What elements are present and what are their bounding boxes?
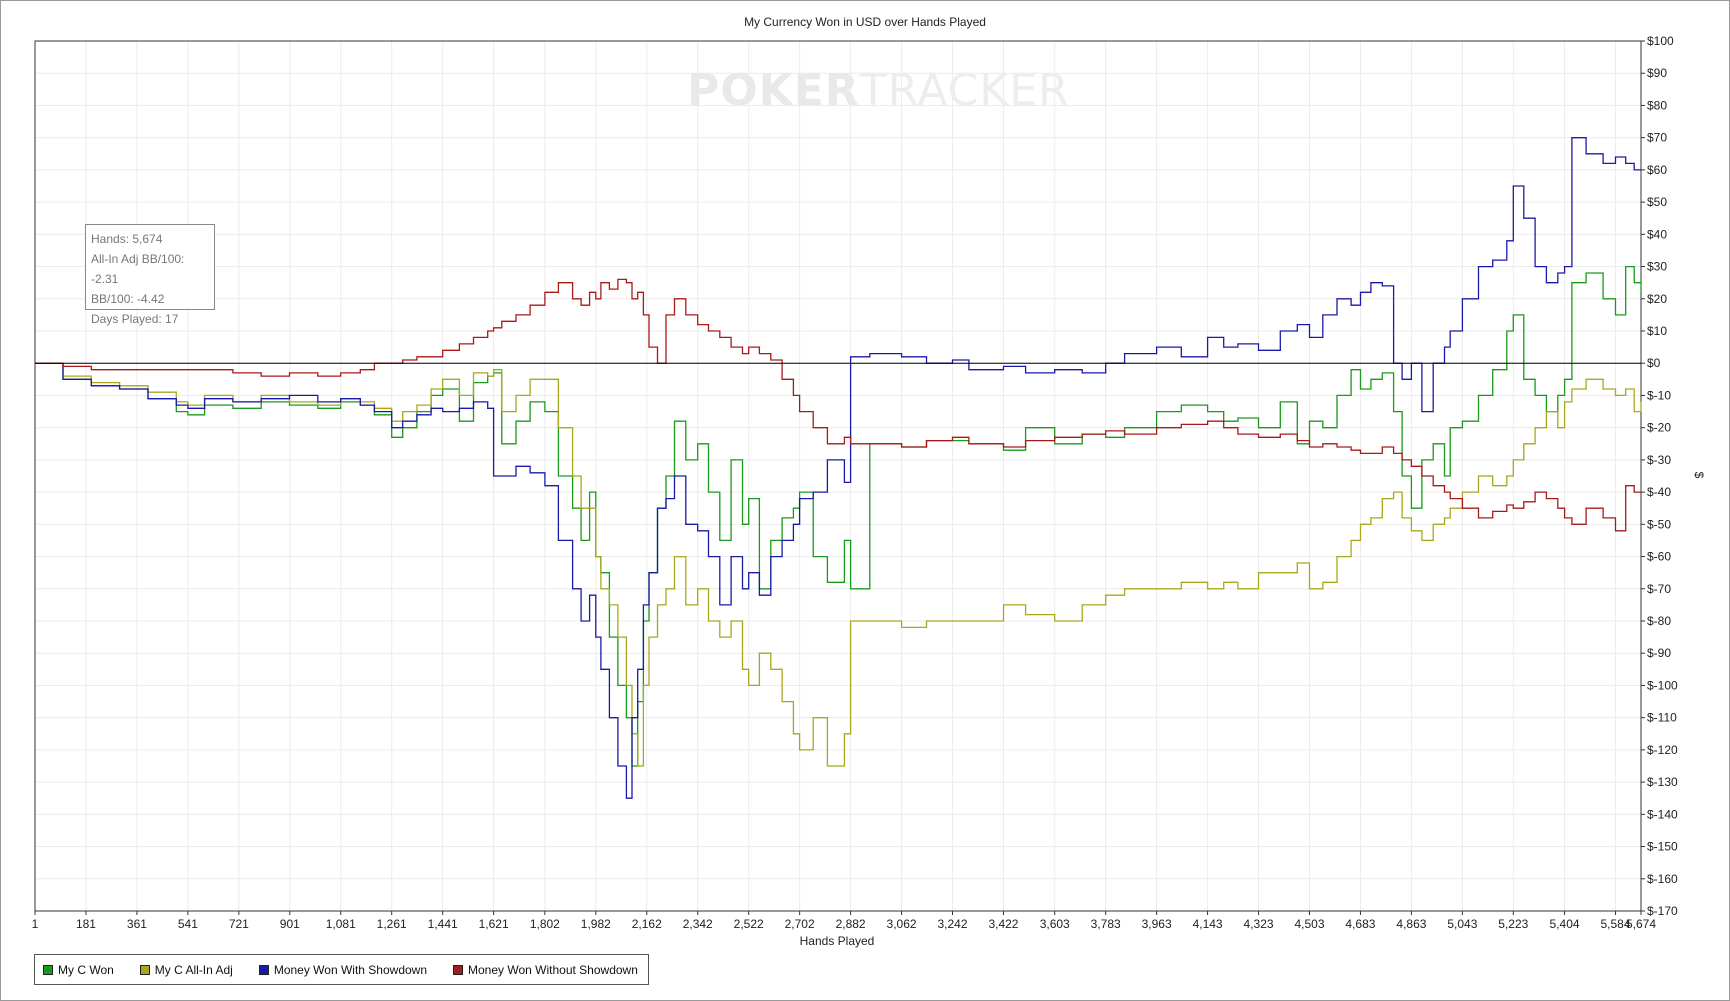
legend-label: Money Won With Showdown: [273, 962, 428, 977]
chart-canvas: My Currency Won in USD over Hands Played…: [32, 15, 1706, 948]
y-tick-label: $-130: [1647, 775, 1678, 789]
y-tick-label: $-150: [1647, 840, 1678, 854]
legend-label: My C Won: [58, 962, 114, 977]
x-tick-label: 1,802: [530, 917, 560, 931]
legend-item-money-won-without-showdown: Money Won Without Showdown: [453, 963, 638, 977]
grid: [34, 40, 1642, 912]
series-layer: [35, 137, 1642, 799]
x-tick-label: 2,342: [683, 917, 713, 931]
y-tick-label: $-50: [1647, 517, 1671, 531]
x-tick-label: 4,143: [1193, 917, 1223, 931]
x-tick-label: 3,783: [1091, 917, 1121, 931]
y-tick-label: $-60: [1647, 550, 1671, 564]
x-tick-label: 4,683: [1345, 917, 1375, 931]
y-tick-label: $0: [1647, 356, 1661, 370]
x-tick-label: 3,422: [988, 917, 1018, 931]
x-tick-label: 5,674: [1626, 917, 1656, 931]
x-tick-label: 1,982: [581, 917, 611, 931]
y-axis: $100 $90 $80 $70 $60 $50 $40 $30 $20 $10 $0 $-10 $-2…: [1641, 34, 1678, 918]
x-tick-label: 1,621: [479, 917, 509, 931]
x-tick-label: 1: [32, 917, 39, 931]
legend-label: Money Won Without Showdown: [468, 962, 638, 977]
y-tick-label: $-40: [1647, 485, 1671, 499]
y-tick-label: $-100: [1647, 678, 1678, 692]
y-tick-label: $70: [1647, 131, 1667, 145]
y-tick-label: $-70: [1647, 582, 1671, 596]
y-tick-label: $30: [1647, 260, 1667, 274]
legend-item-my-c-won: My C Won: [43, 963, 114, 977]
x-tick-label: 1,081: [326, 917, 356, 931]
watermark-part2: TRACKER: [859, 65, 1070, 116]
y-tick-label: $20: [1647, 292, 1667, 306]
y-tick-label: $-90: [1647, 646, 1671, 660]
chart-title: My Currency Won in USD over Hands Played: [744, 15, 986, 29]
x-tick-label: 3,242: [937, 917, 967, 931]
series-line-my-c-all-in-adj: [35, 362, 1642, 767]
x-axis: 1 181 361 541 721 901 1,081 1,261 1,441 1,621 1,80…: [32, 911, 1656, 931]
stat-hands: Hands: 5,674: [91, 232, 163, 246]
legend-swatch: [139, 964, 150, 975]
watermark-part1: POKER: [687, 65, 860, 116]
x-tick-label: 2,882: [836, 917, 866, 931]
x-tick-label: 541: [178, 917, 198, 931]
x-tick-label: 5,404: [1550, 917, 1580, 931]
x-tick-label: 3,062: [887, 917, 917, 931]
stat-allin-bb100: All-In Adj BB/100: -2.31: [91, 252, 185, 286]
x-tick-label: 361: [127, 917, 147, 931]
x-tick-label: 3,963: [1142, 917, 1172, 931]
x-tick-label: 1,261: [377, 917, 407, 931]
stats-tooltip: Hands: 5,674 All-In Adj BB/100: -2.31 BB…: [85, 224, 215, 326]
legend: My C Won My C All-In Adj Money Won With Sh…: [34, 954, 649, 985]
y-tick-label: $40: [1647, 227, 1667, 241]
legend-swatch: [43, 964, 53, 975]
plot-area: [34, 40, 1642, 912]
x-tick-label: 5,043: [1447, 917, 1477, 931]
x-tick-label: 4,503: [1294, 917, 1324, 931]
x-tick-label: 901: [280, 917, 300, 931]
legend-item-my-c-all-in-adj: My C All-In Adj: [139, 962, 233, 977]
y-tick-label: $-20: [1647, 421, 1671, 435]
x-tick-label: 181: [76, 917, 96, 931]
y-tick-label: $-10: [1647, 388, 1671, 402]
series-line-my-c-won: [35, 265, 1642, 767]
legend-swatch: [453, 964, 464, 975]
y-tick-label: $80: [1647, 98, 1667, 112]
chart-window: My Currency Won in USD over Hands Played…: [0, 0, 1730, 1001]
series-line-money-won-with-showdown: [35, 137, 1641, 799]
y-tick-label: $100: [1647, 34, 1674, 48]
y-tick-label: $10: [1647, 324, 1667, 338]
x-tick-label: 5,223: [1498, 917, 1528, 931]
x-tick-label: 4,863: [1396, 917, 1426, 931]
legend-swatch: [258, 964, 269, 975]
stat-days-played: Days Played: 17: [91, 312, 179, 326]
x-tick-label: 721: [229, 917, 249, 931]
x-tick-label: 2,162: [632, 917, 662, 931]
series-line-money-won-without-showdown: [35, 278, 1641, 532]
y-tick-label: $-110: [1647, 711, 1677, 725]
x-tick-label: 4,323: [1244, 917, 1274, 931]
y-tick-label: $50: [1647, 195, 1667, 209]
x-tick-label: 3,603: [1040, 917, 1070, 931]
x-tick-label: 1,441: [428, 917, 458, 931]
y-tick-label: $-160: [1647, 872, 1678, 886]
y-tick-label: $90: [1647, 66, 1667, 80]
y-tick-label: $-120: [1647, 743, 1678, 757]
x-axis-label: Hands Played: [800, 934, 875, 948]
y-tick-label: $-170: [1647, 904, 1678, 918]
y-tick-label: $-80: [1647, 614, 1671, 628]
x-tick-label: 2,702: [785, 917, 815, 931]
y-tick-label: $-30: [1647, 453, 1671, 467]
legend-label: My C All-In Adj: [154, 962, 233, 977]
y-tick-label: $60: [1647, 163, 1667, 177]
x-tick-label: 2,522: [734, 917, 764, 931]
y-tick-label: $-140: [1647, 807, 1678, 821]
legend-item-money-won-with-showdown: Money Won With Showdown: [258, 962, 428, 977]
y-axis-label: $: [1692, 472, 1706, 479]
stat-bb100: BB/100: -4.42: [91, 292, 165, 306]
pokertracker-watermark: POKERTRACKER: [687, 65, 1070, 116]
